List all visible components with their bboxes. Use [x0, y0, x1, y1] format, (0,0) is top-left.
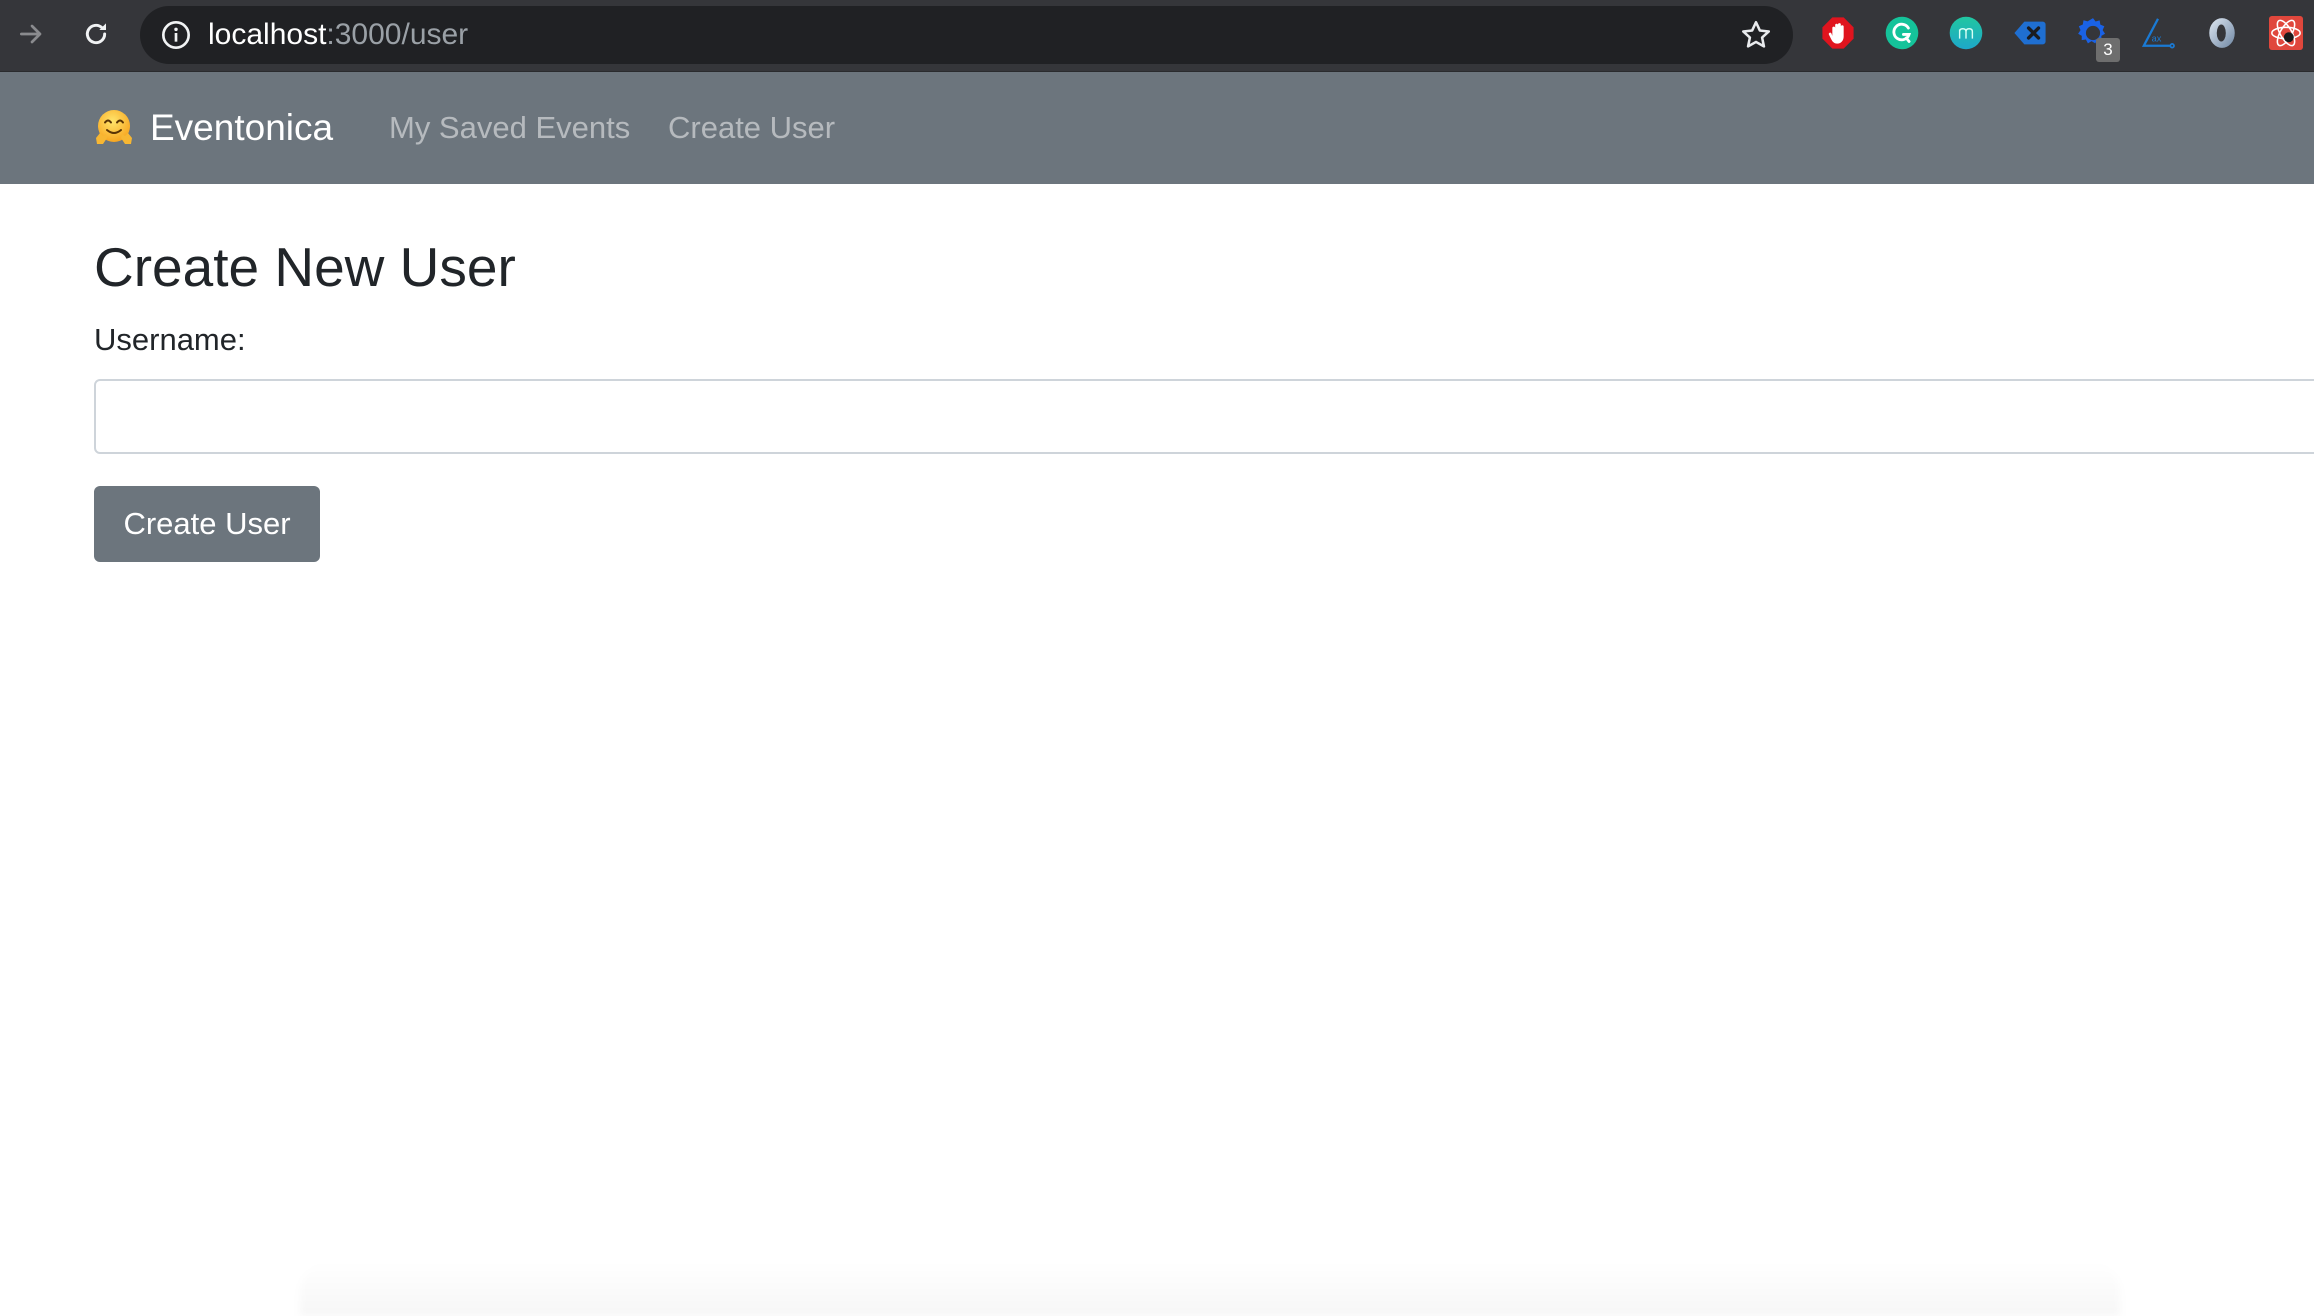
page-title: Create New User: [94, 236, 516, 298]
create-user-button[interactable]: Create User: [94, 486, 320, 562]
stop-hand-icon: [1822, 17, 1854, 49]
m-circle-icon: [1949, 16, 1983, 50]
axe-extension[interactable]: ax: [2141, 16, 2175, 50]
username-input[interactable]: [94, 379, 2314, 454]
address-bar[interactable]: localhost:3000/user: [140, 6, 1793, 64]
clear-extension[interactable]: [2013, 16, 2047, 50]
forward-button[interactable]: [12, 14, 52, 54]
url-text[interactable]: localhost:3000/user: [208, 6, 468, 64]
app-navbar: Eventonica My Saved Events Create User: [0, 72, 2314, 184]
grammarly-icon: [1885, 16, 1919, 50]
grammarly-extension[interactable]: [1885, 16, 1919, 50]
username-label: Username:: [94, 322, 246, 357]
nav-link-create-user[interactable]: Create User: [668, 72, 835, 184]
brand-name: Eventonica: [150, 107, 334, 148]
browser-toolbar: localhost:3000/user 3 ax: [0, 0, 2314, 72]
brand-link[interactable]: Eventonica: [94, 72, 333, 184]
url-path: :3000/user: [326, 18, 469, 51]
react-devtools-extension[interactable]: [2269, 16, 2303, 50]
bookmark-star-icon[interactable]: [1739, 18, 1773, 52]
adblock-extension[interactable]: [1821, 16, 1855, 50]
ring-icon: [2209, 18, 2235, 48]
mercury-extension[interactable]: [1949, 16, 1983, 50]
url-host: localhost: [208, 18, 327, 51]
backspace-icon: [2014, 21, 2046, 45]
json-viewer-extension[interactable]: [2205, 16, 2239, 50]
svg-text:ax: ax: [2152, 34, 2162, 44]
arrow-right-icon: [20, 24, 42, 44]
react-bug-icon: [2269, 16, 2303, 50]
reload-button[interactable]: [76, 14, 116, 54]
extension-badge: 3: [2096, 38, 2120, 62]
reload-icon: [85, 23, 107, 45]
info-icon[interactable]: [160, 19, 192, 51]
axe-icon: ax: [2141, 18, 2175, 49]
hugging-face-emoji-icon: [96, 110, 132, 144]
nav-link-my-saved-events[interactable]: My Saved Events: [389, 72, 630, 184]
bottom-shadow: [300, 1262, 2120, 1316]
gear-extension[interactable]: 3: [2076, 16, 2120, 62]
